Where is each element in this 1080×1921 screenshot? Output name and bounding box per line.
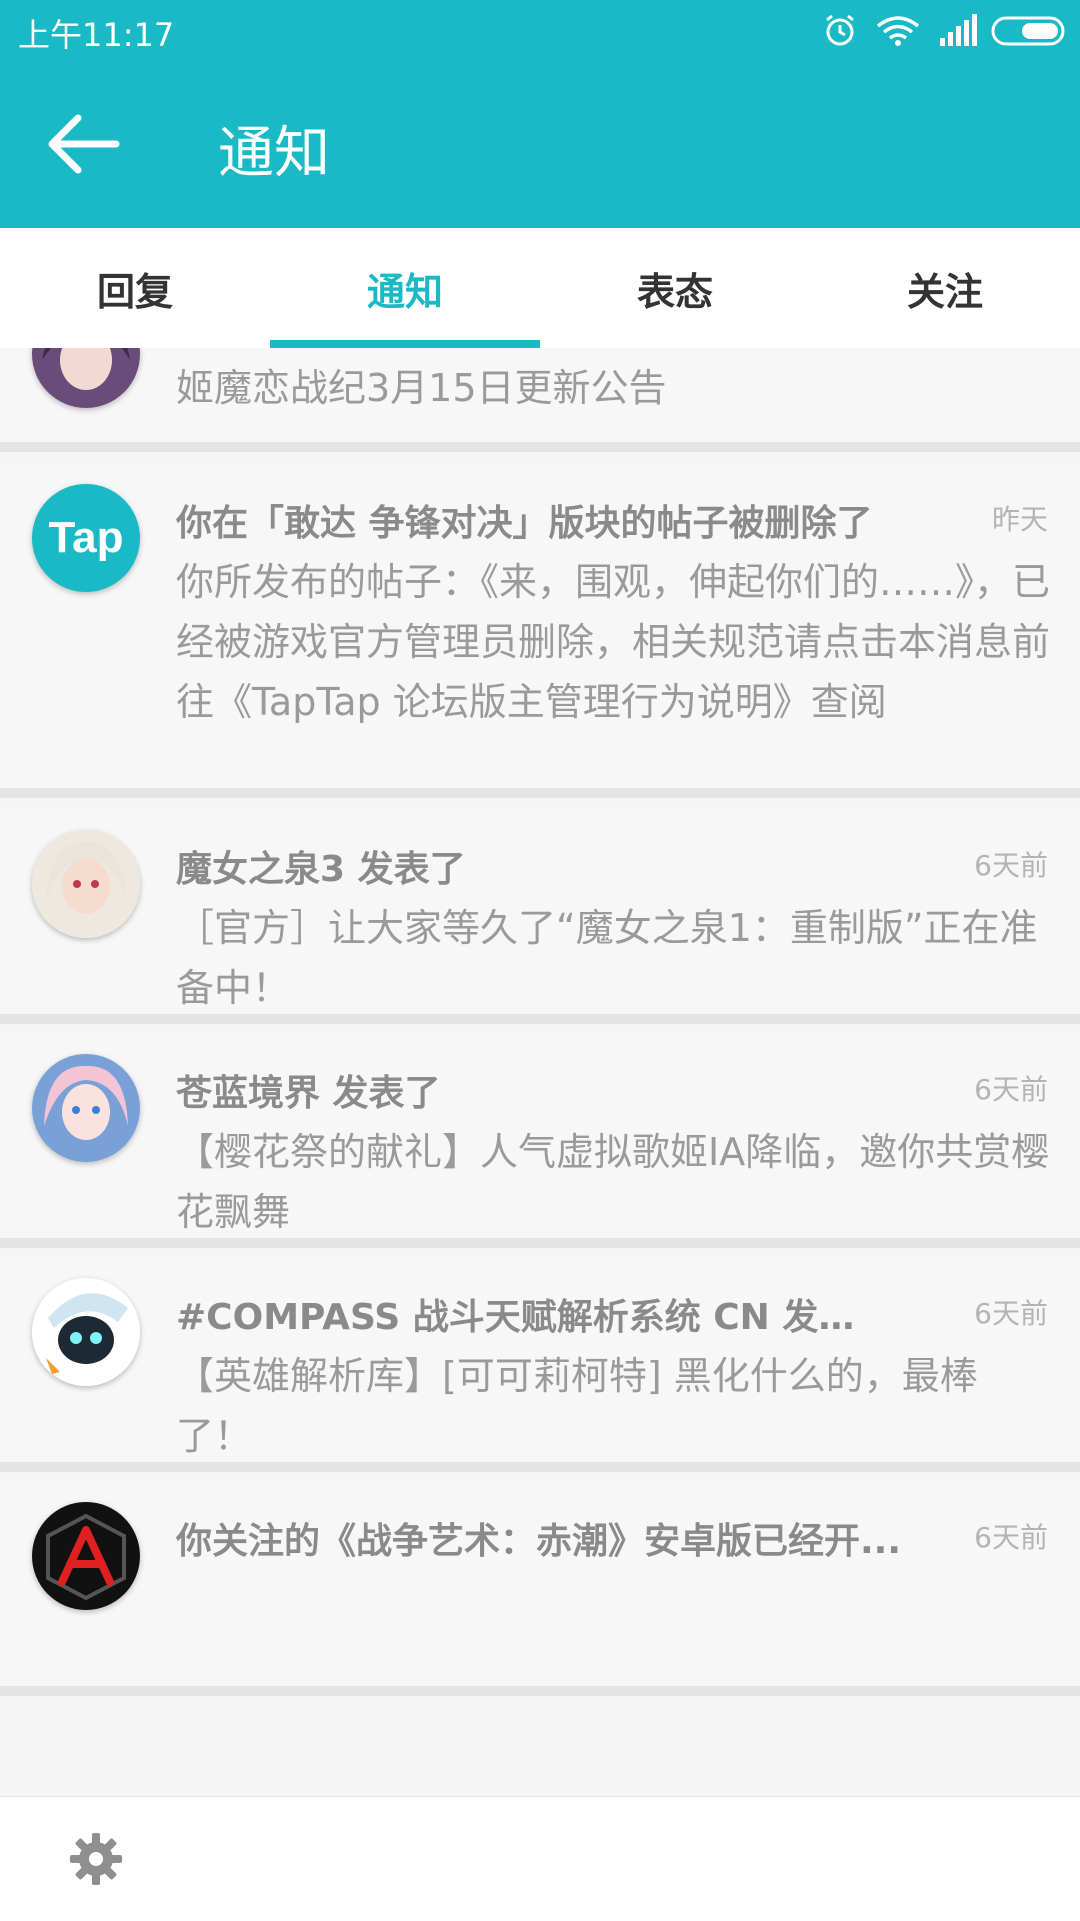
list-item[interactable]: 苍蓝境界 发表了 6天前 【樱花祭的献礼】人气虚拟歌姬IA降临，邀你共赏樱花飘舞	[0, 1032, 1080, 1248]
wifi-icon	[876, 16, 920, 46]
signal-icon	[940, 14, 977, 46]
page-title: 通知	[218, 121, 330, 186]
notification-title: 苍蓝境界 发表了	[176, 1073, 441, 1114]
list-item[interactable]: 你关注的《战争艺术：赤潮》安卓版已经开... 6天前	[0, 1480, 1080, 1696]
notification-list: 姬魔恋战纪3月15日更新公告 Tap 你在「敢达 争锋对决」版块的帖子被删除了 …	[0, 348, 1080, 1796]
list-item[interactable]: Tap 你在「敢达 争锋对决」版块的帖子被删除了 昨天 你所发布的帖子：《来，围…	[0, 462, 1080, 798]
notification-time: 昨天	[991, 503, 1048, 536]
tab-following[interactable]: 关注	[810, 228, 1080, 348]
robot-character-avatar-icon	[32, 1278, 140, 1386]
tab-bar: 回复 通知 表态 关注	[0, 228, 1080, 348]
status-bar: 上午11:17	[0, 0, 1080, 58]
notification-title: 你在「敢达 争锋对决」版块的帖子被删除了	[176, 503, 873, 544]
anime-character-avatar-icon	[32, 830, 140, 938]
notification-title: 魔女之泉3 发表了	[176, 849, 466, 890]
tab-notifications[interactable]: 通知	[270, 228, 540, 348]
notification-title: 你关注的《战争艺术：赤潮》安卓版已经开...	[176, 1521, 902, 1562]
notification-time: 6天前	[974, 1297, 1048, 1330]
status-time: 上午11:17	[18, 16, 175, 54]
back-arrow-icon[interactable]	[40, 104, 126, 184]
notification-time: 6天前	[974, 1521, 1048, 1554]
bottom-bar	[0, 1796, 1080, 1921]
battery-icon	[991, 16, 1065, 46]
notification-body: 【樱花祭的献礼】人气虚拟歌姬IA降临，邀你共赏樱花飘舞	[176, 1130, 1050, 1234]
tab-reactions[interactable]: 表态	[540, 228, 810, 348]
notification-title: #COMPASS 战斗天赋解析系统 CN 发表了	[176, 1297, 876, 1338]
list-item[interactable]: #COMPASS 战斗天赋解析系统 CN 发表了 6天前 【英雄解析库】[可可莉…	[0, 1256, 1080, 1472]
anime-character-avatar-icon	[32, 1054, 140, 1162]
notification-time: 6天前	[974, 1073, 1048, 1106]
notification-time: 6天前	[974, 849, 1048, 882]
list-item[interactable]: 姬魔恋战纪3月15日更新公告	[0, 348, 1080, 452]
list-item[interactable]: 魔女之泉3 发表了 6天前 ［官方］让大家等久了“魔女之泉1：重制版”正在准备中…	[0, 808, 1080, 1024]
app-bar: 通知	[0, 58, 1080, 228]
tab-replies[interactable]: 回复	[0, 228, 270, 348]
taptap-logo-icon: Tap	[32, 484, 140, 592]
anime-character-avatar-icon	[32, 348, 140, 408]
notification-body: 姬魔恋战纪3月15日更新公告	[176, 366, 667, 410]
alarm-icon	[826, 14, 854, 46]
gear-icon[interactable]	[68, 1831, 124, 1887]
notification-body: 【英雄解析库】[可可莉柯特] 黑化什么的，最棒了！	[176, 1354, 978, 1458]
notification-body: ［官方］让大家等久了“魔女之泉1：重制版”正在准备中！	[176, 906, 1038, 1010]
notification-body: 你所发布的帖子：《来，围观，伸起你们的……》，已经被游戏官方管理员删除，相关规范…	[176, 560, 1051, 724]
status-icons	[826, 14, 1065, 46]
red-tide-logo-icon	[32, 1502, 140, 1610]
